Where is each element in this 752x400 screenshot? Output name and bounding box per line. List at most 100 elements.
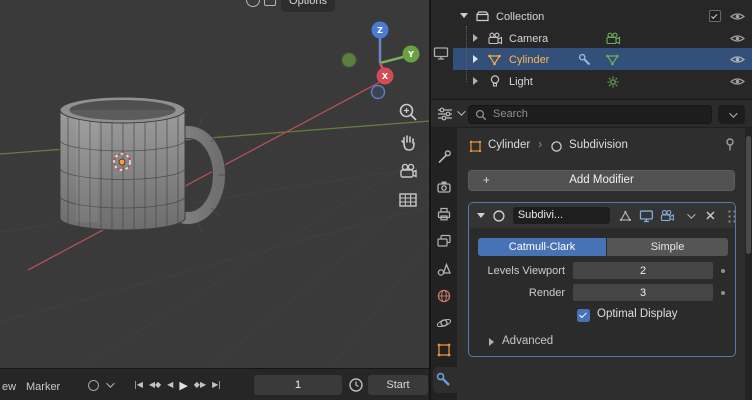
- play-button[interactable]: ▶: [179, 380, 187, 391]
- expand-cylinder-icon[interactable]: [473, 55, 478, 63]
- display-editmode-icon[interactable]: [618, 209, 633, 223]
- light-data-icon: [606, 75, 620, 89]
- search-placeholder: Search: [493, 109, 528, 120]
- keying-dropdown-icon[interactable]: [106, 379, 114, 387]
- auto-keying-icon[interactable]: [88, 380, 99, 391]
- render-label: Render: [469, 288, 565, 299]
- expand-collection-icon[interactable]: [460, 13, 468, 18]
- scrollbar-thumb[interactable]: [746, 136, 751, 254]
- outliner-row-light[interactable]: Light: [453, 70, 752, 92]
- navigation-gizmo[interactable]: Z Y X: [333, 16, 429, 108]
- camera-object-icon: [487, 32, 503, 45]
- hide-viewport-eye-icon[interactable]: [730, 76, 745, 87]
- collapse-panel-icon[interactable]: [477, 213, 485, 218]
- outliner-row-collection[interactable]: Collection: [453, 5, 752, 27]
- pin-icon[interactable]: [723, 137, 737, 152]
- modifier-extras-dropdown-icon[interactable]: [687, 210, 695, 218]
- subsurf-icon: [492, 209, 506, 223]
- 3d-cursor: [111, 151, 133, 173]
- toggle-grid-button[interactable]: [397, 189, 421, 213]
- advanced-section-toggle[interactable]: Advanced: [489, 335, 553, 349]
- expand-camera-icon[interactable]: [473, 34, 478, 42]
- tab-tool-icon[interactable]: [436, 149, 452, 165]
- collection-checkbox[interactable]: [709, 10, 721, 22]
- editor-type-dropdown-icon[interactable]: [457, 107, 465, 115]
- jump-to-start-button[interactable]: |◀: [134, 381, 143, 389]
- next-keyframe-button[interactable]: ◆▶: [194, 381, 206, 389]
- optimal-display-checkbox[interactable]: [577, 309, 590, 322]
- blender-window: Options: [0, 0, 752, 400]
- tab-catmull-clark[interactable]: Catmull-Clark: [478, 238, 606, 256]
- marker-menu[interactable]: Marker: [26, 382, 60, 393]
- 3d-viewport[interactable]: Options: [0, 0, 430, 368]
- camera-view-button[interactable]: [397, 160, 421, 184]
- levels-viewport-value: 2: [640, 265, 646, 277]
- properties-editor-type-icon[interactable]: [437, 107, 455, 121]
- breadcrumb-modifier[interactable]: Subdivision: [569, 140, 628, 152]
- modifier-panel-header[interactable]: Subdivi...: [469, 203, 735, 228]
- expand-advanced-icon: [489, 338, 494, 346]
- advanced-label: Advanced: [502, 336, 553, 348]
- close-icon[interactable]: [705, 210, 716, 221]
- options-button[interactable]: Options: [281, 0, 335, 12]
- outliner-row-camera[interactable]: Camera: [453, 27, 752, 49]
- render-field[interactable]: 3: [573, 284, 713, 301]
- outliner-editor-type-icon[interactable]: [433, 46, 449, 61]
- search-icon: [475, 109, 487, 121]
- tab-output-icon[interactable]: [436, 206, 452, 222]
- levels-viewport-field[interactable]: 2: [573, 262, 713, 279]
- mug-object[interactable]: [38, 78, 228, 248]
- snapping-icon[interactable]: [264, 0, 276, 6]
- prev-keyframe-button[interactable]: ◀◆: [149, 381, 161, 389]
- scrollbar-track[interactable]: [745, 128, 752, 400]
- outliner-row-cylinder[interactable]: Cylinder: [453, 48, 752, 70]
- gizmo-x-label: X: [382, 72, 389, 81]
- current-frame-field[interactable]: 1: [254, 375, 342, 395]
- tab-physics-icon[interactable]: [436, 315, 452, 331]
- tab-view-layer-icon[interactable]: [436, 233, 452, 249]
- breadcrumb-object[interactable]: Cylinder: [488, 140, 530, 152]
- drag-handle-icon[interactable]: [726, 208, 735, 223]
- tab-object-icon[interactable]: [436, 342, 452, 358]
- optimal-display-row: Optimal Display: [577, 308, 678, 322]
- view-menu-partial[interactable]: ew: [2, 382, 16, 393]
- zoom-tool-button[interactable]: [397, 101, 421, 125]
- optimal-display-label: Optimal Display: [597, 309, 678, 321]
- hide-viewport-eye-icon[interactable]: [730, 33, 745, 44]
- mesh-data-icon: [605, 53, 620, 66]
- checkbox-check-icon: [579, 311, 586, 318]
- frame-start-field[interactable]: Start: [368, 375, 428, 395]
- display-render-icon[interactable]: [659, 209, 675, 223]
- zoom-icon: [397, 101, 419, 123]
- checkbox-check-icon: [711, 12, 717, 18]
- tab-world-icon[interactable]: [436, 288, 452, 304]
- animate-dot-icon[interactable]: [721, 269, 725, 273]
- pan-tool-button[interactable]: [397, 131, 421, 155]
- expand-light-icon[interactable]: [473, 77, 478, 85]
- animate-dot-icon[interactable]: [721, 291, 725, 295]
- tab-scene-icon[interactable]: [436, 261, 452, 277]
- hide-viewport-eye-icon[interactable]: [730, 54, 745, 65]
- gizmo-neg-z-ball: [372, 86, 385, 99]
- breadcrumb: Cylinder › Subdivision: [469, 138, 628, 154]
- hide-viewport-eye-icon[interactable]: [730, 11, 745, 22]
- modifier-name-field[interactable]: Subdivi...: [513, 207, 610, 224]
- tab-render-icon[interactable]: [436, 179, 452, 195]
- frame-start-label: Start: [386, 379, 409, 391]
- play-reverse-button[interactable]: ◀: [167, 381, 173, 389]
- properties-options-button[interactable]: [718, 105, 745, 124]
- add-modifier-button[interactable]: + Add Modifier: [468, 170, 735, 191]
- playback-controls: |◀ ◀◆ ◀ ▶ ◆▶ ▶|: [134, 375, 221, 395]
- tab-modifiers-icon[interactable]: [436, 372, 452, 388]
- current-frame-value: 1: [295, 379, 301, 391]
- jump-to-end-button[interactable]: ▶|: [212, 381, 221, 389]
- properties-main: Cylinder › Subdivision + Add Modifier: [457, 128, 745, 400]
- display-realtime-icon[interactable]: [639, 209, 654, 223]
- tab-catmull-clark-label: Catmull-Clark: [509, 242, 576, 253]
- cylinder-label: Cylinder: [509, 55, 549, 66]
- tab-simple[interactable]: Simple: [607, 238, 728, 256]
- clock-icon[interactable]: [348, 377, 364, 393]
- search-input[interactable]: Search: [468, 105, 712, 124]
- gizmo-neg-y-ball: [342, 53, 356, 67]
- subdivision-type-tabs: Catmull-Clark Simple: [478, 238, 728, 256]
